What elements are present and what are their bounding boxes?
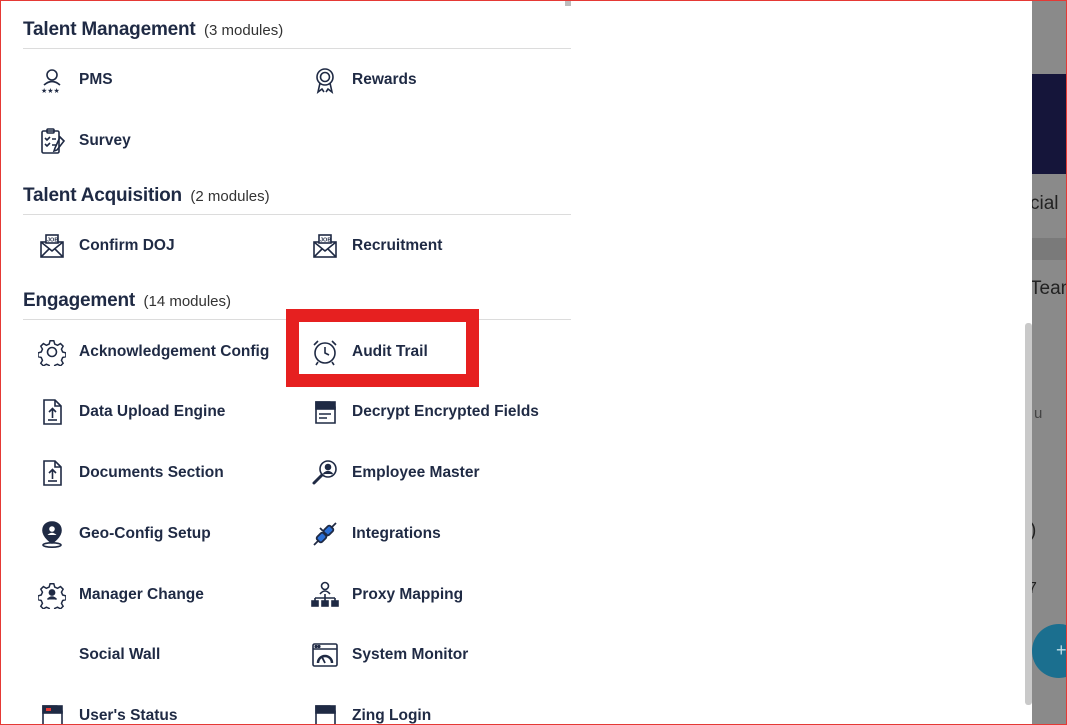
module-confirm-doj[interactable]: JOB Confirm DOJ <box>32 228 175 264</box>
background-app: cial Team u ) 7 + <box>1032 0 1067 725</box>
module-integrations[interactable]: Integrations <box>305 516 441 552</box>
module-label: User's Status <box>79 707 178 724</box>
background-text-seven: 7 <box>1032 580 1037 597</box>
module-label: Rewards <box>352 71 417 88</box>
module-survey[interactable]: Survey <box>32 123 131 159</box>
scroll-indicator <box>565 0 571 6</box>
module-label: Audit Trail <box>352 343 428 360</box>
document-icon <box>310 397 340 427</box>
file-upload-icon <box>37 458 67 488</box>
modules-panel: Talent Management (3 modules) ★★★ PMS Re… <box>0 0 1032 725</box>
dashboard-gauge-icon <box>310 640 340 670</box>
gear-user-icon <box>37 580 67 610</box>
section-count: (3 modules) <box>204 22 284 39</box>
org-hierarchy-icon <box>310 580 340 610</box>
module-label: Decrypt Encrypted Fields <box>352 403 539 420</box>
document-icon <box>310 701 340 725</box>
section-title: Talent Management <box>23 19 196 40</box>
gear-icon <box>37 337 67 367</box>
user-rating-icon: ★★★ <box>37 65 67 95</box>
section-engagement: Engagement (14 modules) <box>23 290 571 320</box>
module-label: Social Wall <box>79 646 161 663</box>
scrollbar[interactable] <box>1025 323 1032 705</box>
module-data-upload-engine[interactable]: Data Upload Engine <box>32 394 225 430</box>
job-envelope-icon: JOB <box>37 231 67 261</box>
section-title: Talent Acquisition <box>23 185 182 206</box>
module-rewards[interactable]: Rewards <box>305 62 417 98</box>
module-acknowledgement-config[interactable]: Acknowledgement Config <box>32 334 269 370</box>
section-talent-management: Talent Management (3 modules) <box>23 19 571 49</box>
module-label: Proxy Mapping <box>352 586 464 603</box>
module-pms[interactable]: ★★★ PMS <box>32 62 113 98</box>
background-text-team: Team <box>1032 278 1067 299</box>
module-label: Integrations <box>352 525 441 542</box>
job-badge-text: JOB <box>47 238 58 244</box>
user-search-icon <box>310 458 340 488</box>
module-label: Survey <box>79 132 131 149</box>
module-label: Confirm DOJ <box>79 237 175 254</box>
background-band <box>1032 238 1067 260</box>
clipboard-checklist-icon <box>37 126 67 156</box>
module-proxy-mapping[interactable]: Proxy Mapping <box>305 577 463 613</box>
module-label: Employee Master <box>352 464 480 481</box>
job-badge-text: JOB <box>320 238 331 244</box>
module-label: Documents Section <box>79 464 224 481</box>
file-upload-icon <box>37 397 67 427</box>
document-icon <box>37 701 67 725</box>
module-label: PMS <box>79 71 113 88</box>
module-label: Zing Login <box>352 707 432 724</box>
social-wall-icon <box>37 640 67 670</box>
section-talent-acquisition: Talent Acquisition (2 modules) <box>23 185 571 215</box>
module-label: Data Upload Engine <box>79 403 226 420</box>
module-zing-login[interactable]: Zing Login <box>305 698 431 725</box>
alarm-clock-icon <box>310 337 340 367</box>
background-text-u: u <box>1034 405 1043 422</box>
module-audit-trail[interactable]: Audit Trail <box>305 334 428 370</box>
location-user-icon <box>37 519 67 549</box>
section-count: (2 modules) <box>190 188 270 205</box>
background-header <box>1032 74 1067 174</box>
plug-connector-icon <box>310 519 340 549</box>
module-employee-master[interactable]: Employee Master <box>305 455 480 491</box>
module-documents-section[interactable]: Documents Section <box>32 455 224 491</box>
background-text-cial: cial <box>1032 193 1059 214</box>
module-label: Manager Change <box>79 586 204 603</box>
module-label: Geo-Config Setup <box>79 525 211 542</box>
background-fab-text: + <box>1056 640 1067 660</box>
module-system-monitor[interactable]: System Monitor <box>305 637 468 673</box>
job-envelope-icon: JOB <box>310 231 340 261</box>
svg-text:★★★: ★★★ <box>41 87 60 94</box>
background-text-paren: ) <box>1032 520 1036 542</box>
module-social-wall[interactable]: Social Wall <box>32 637 160 673</box>
module-label: System Monitor <box>352 646 469 663</box>
module-geo-config-setup[interactable]: Geo-Config Setup <box>32 516 211 552</box>
module-decrypt-encrypted-fields[interactable]: Decrypt Encrypted Fields <box>305 394 539 430</box>
award-ribbon-icon <box>310 65 340 95</box>
module-manager-change[interactable]: Manager Change <box>32 577 204 613</box>
module-label: Recruitment <box>352 237 443 254</box>
module-recruitment[interactable]: JOB Recruitment <box>305 228 442 264</box>
section-title: Engagement <box>23 290 136 311</box>
module-label: Acknowledgement Config <box>79 343 270 360</box>
module-users-status[interactable]: User's Status <box>32 698 177 725</box>
section-count: (14 modules) <box>143 293 232 310</box>
